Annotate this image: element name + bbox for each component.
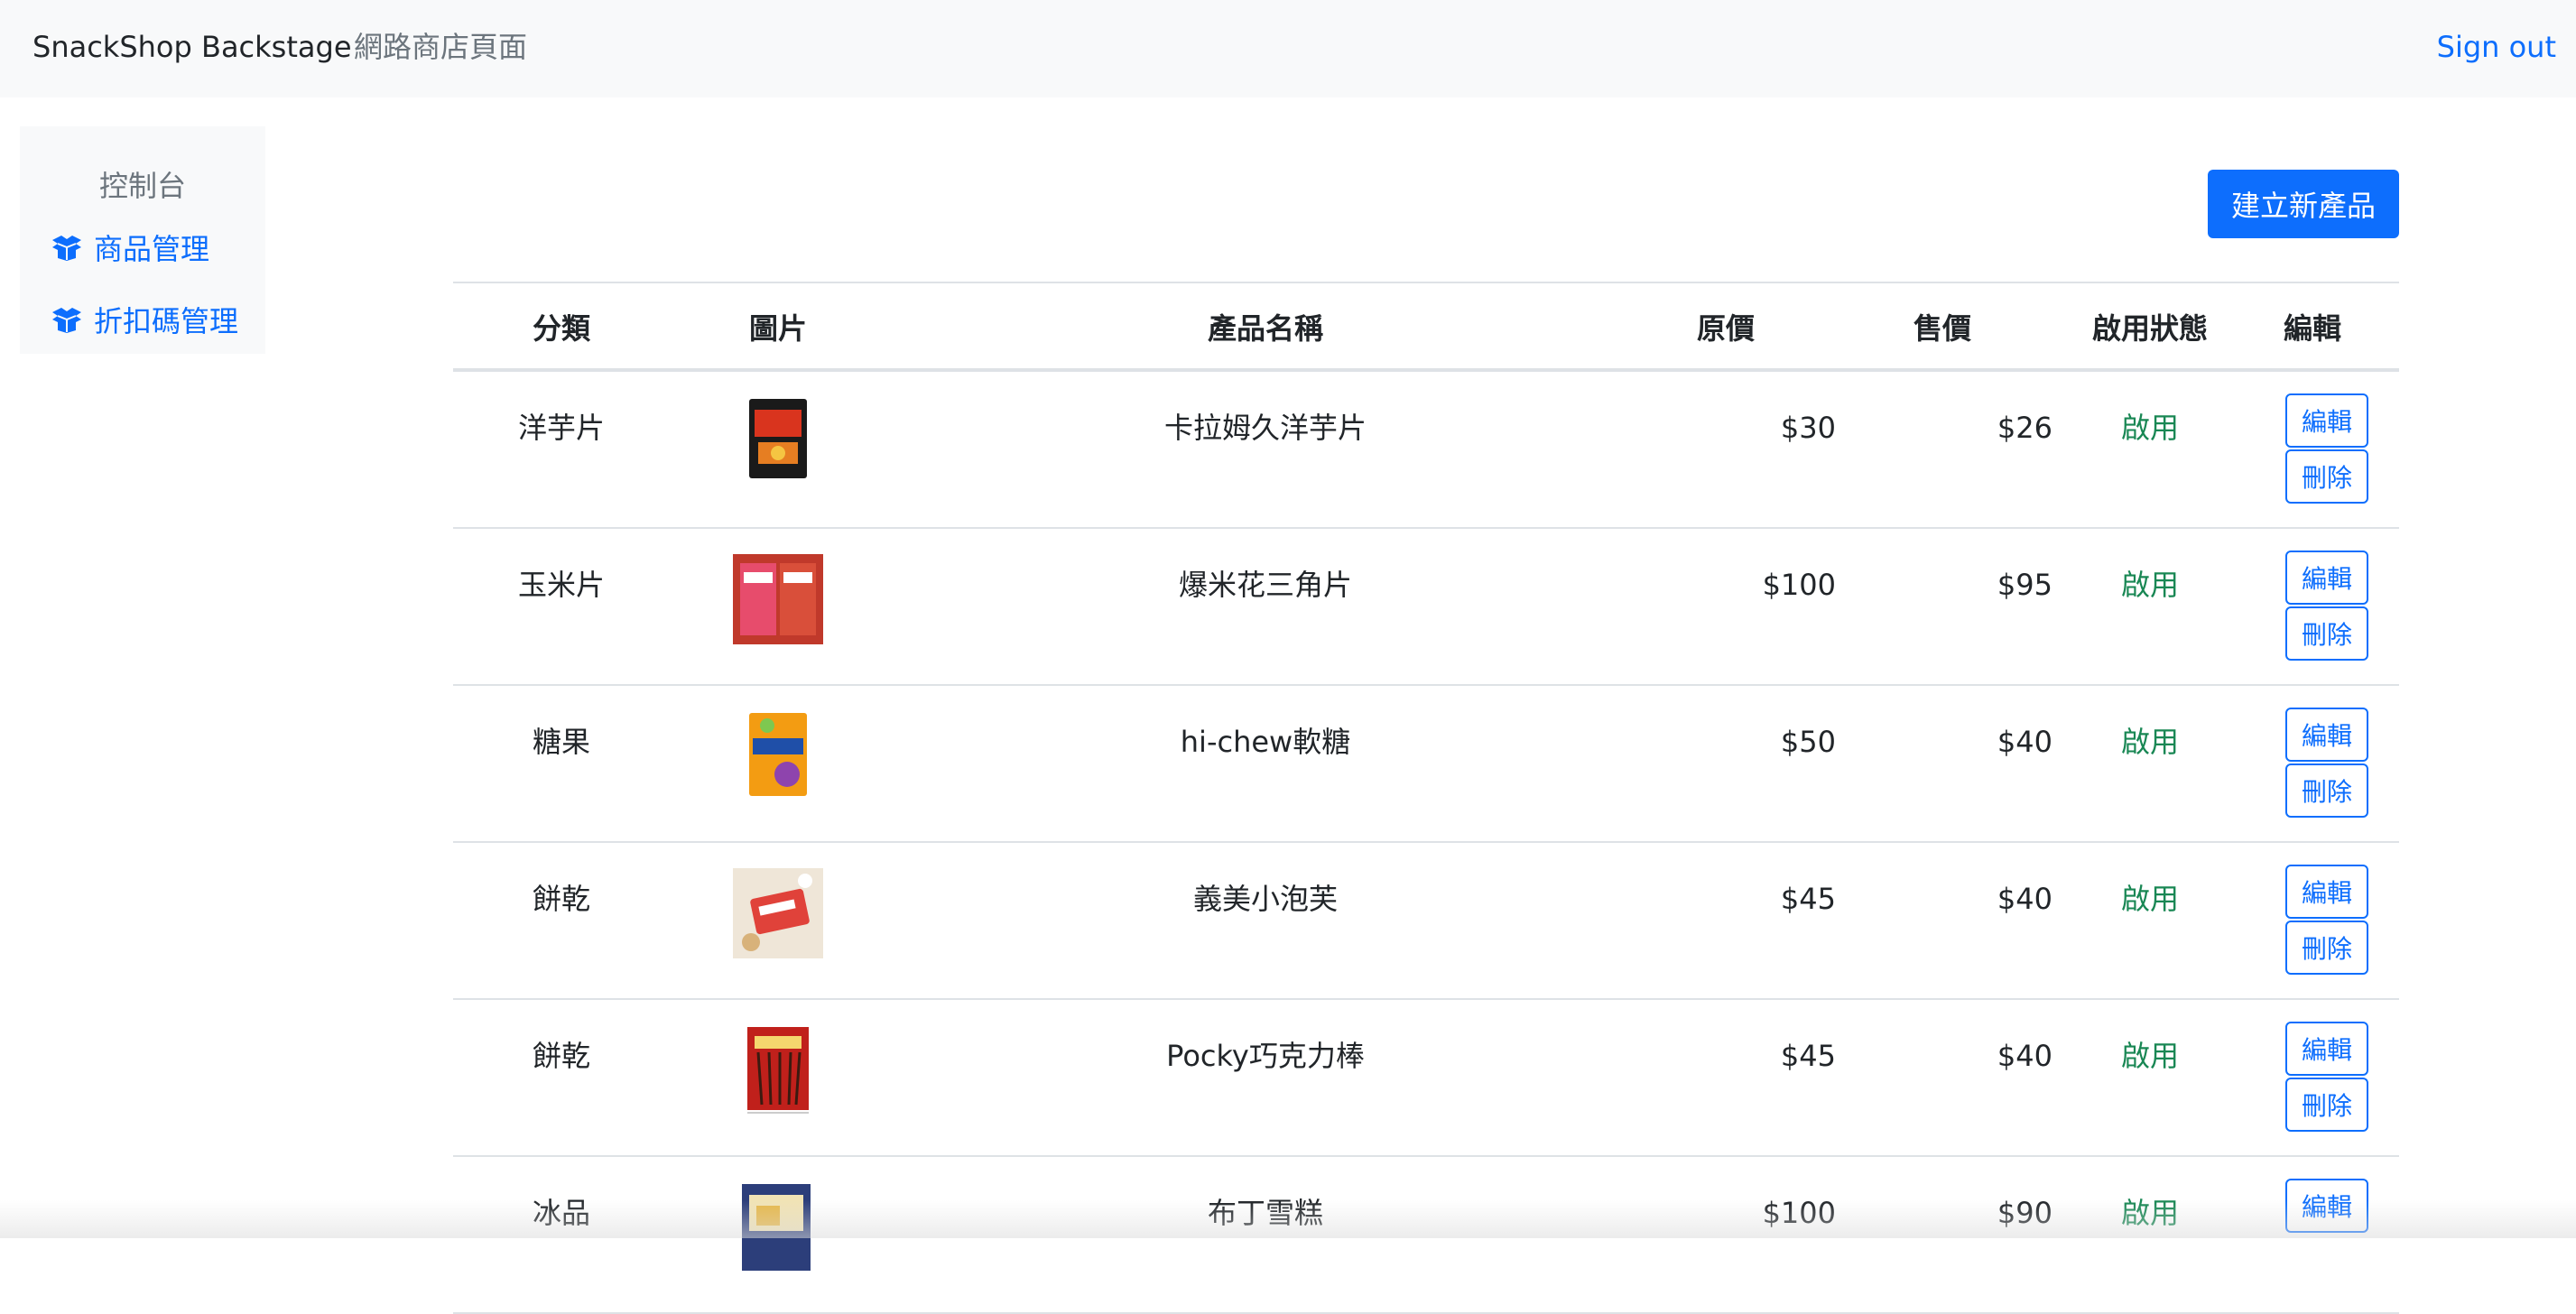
products-table: 分類 圖片 產品名稱 原價 售價 啟用狀態 編輯 洋芋片 卡拉姆久洋芋片 $30…	[453, 282, 2399, 1314]
header-edit: 編輯	[2283, 311, 2341, 346]
cell-price: $40	[1997, 725, 2052, 759]
table-row: 玉米片 爆米花三角片 $100 $95 啟用 編輯 刪除	[453, 529, 2399, 686]
cell-category: 玉米片	[517, 568, 605, 602]
sign-out-link[interactable]: Sign out	[2437, 27, 2556, 67]
cell-price: $40	[1997, 882, 2052, 916]
delete-button[interactable]: 刪除	[2285, 1078, 2368, 1132]
sidebar-heading: 控制台	[98, 169, 186, 203]
sidebar-item-products[interactable]: 商品管理	[49, 226, 209, 269]
edit-button[interactable]: 編輯	[2285, 708, 2368, 762]
cell-product-name: hi-chew軟糖	[1180, 725, 1351, 759]
box-open-icon	[52, 236, 81, 261]
cell-status: 啟用	[2120, 725, 2179, 759]
cell-category: 餅乾	[532, 1039, 590, 1073]
cell-origin-price: $30	[1780, 411, 1836, 445]
table-header: 分類 圖片 產品名稱 原價 售價 啟用狀態 編輯	[453, 282, 2399, 372]
store-page-link[interactable]: 網路商店頁面	[354, 27, 527, 67]
header-origin-price: 原價	[1696, 311, 1755, 346]
edit-button[interactable]: 編輯	[2285, 551, 2368, 605]
delete-button[interactable]: 刪除	[2285, 763, 2368, 818]
sidebar-item-label: 商品管理	[94, 232, 210, 266]
table-row: 餅乾 義美小泡芙 $45 $40 啟用 編輯 刪除	[453, 843, 2399, 1000]
cell-status: 啟用	[2120, 1039, 2179, 1073]
product-thumbnail	[733, 554, 823, 644]
cell-category: 洋芋片	[517, 411, 605, 445]
cell-price: $40	[1997, 1039, 2052, 1073]
cell-origin-price: $100	[1762, 568, 1836, 602]
cell-status: 啟用	[2120, 882, 2179, 916]
product-thumbnail	[749, 399, 807, 478]
delete-button[interactable]: 刪除	[2285, 921, 2368, 975]
cell-origin-price: $50	[1780, 725, 1836, 759]
edit-button[interactable]: 編輯	[2285, 1022, 2368, 1076]
product-thumbnail	[733, 868, 823, 958]
header-category: 分類	[532, 311, 590, 346]
cell-product-name: 義美小泡芙	[1192, 882, 1338, 916]
cell-product-name: 卡拉姆久洋芋片	[1163, 411, 1367, 445]
product-thumbnail	[749, 713, 807, 796]
sidebar-item-coupons[interactable]: 折扣碼管理	[49, 298, 238, 341]
cell-product-name: Pocky巧克力棒	[1166, 1039, 1365, 1073]
cell-category: 餅乾	[532, 882, 590, 916]
edit-button[interactable]: 編輯	[2285, 393, 2368, 448]
brand-link[interactable]: SnackShop Backstage	[32, 27, 352, 67]
delete-button[interactable]: 刪除	[2285, 449, 2368, 504]
table-row: 糖果 hi-chew軟糖 $50 $40 啟用 編輯 刪除	[453, 686, 2399, 843]
top-navbar: SnackShop Backstage 網路商店頁面 Sign out	[0, 0, 2576, 97]
edit-button[interactable]: 編輯	[2285, 865, 2368, 919]
cell-status: 啟用	[2120, 411, 2179, 445]
header-name: 產品名稱	[1207, 311, 1323, 346]
cell-price: $26	[1997, 411, 2052, 445]
delete-button[interactable]: 刪除	[2285, 606, 2368, 661]
header-status: 啟用狀態	[2091, 311, 2208, 346]
cell-product-name: 爆米花三角片	[1178, 568, 1352, 602]
cell-origin-price: $45	[1780, 882, 1836, 916]
table-row: 洋芋片 卡拉姆久洋芋片 $30 $26 啟用 編輯 刪除	[453, 372, 2399, 529]
cell-category: 糖果	[532, 725, 590, 759]
window-bottom-shadow	[0, 1200, 2576, 1238]
cell-origin-price: $45	[1780, 1039, 1836, 1073]
cell-price: $95	[1997, 568, 2052, 602]
header-price: 售價	[1913, 311, 1971, 346]
header-image: 圖片	[748, 311, 807, 346]
cell-status: 啟用	[2120, 568, 2179, 602]
table-row: 餅乾 Pocky巧克力棒 $45 $40 啟用 編輯 刪除	[453, 1000, 2399, 1157]
sidebar-item-label: 折扣碼管理	[94, 304, 239, 338]
product-thumbnail	[747, 1027, 809, 1114]
create-product-button[interactable]: 建立新產品	[2208, 170, 2399, 238]
box-open-icon	[52, 308, 81, 333]
